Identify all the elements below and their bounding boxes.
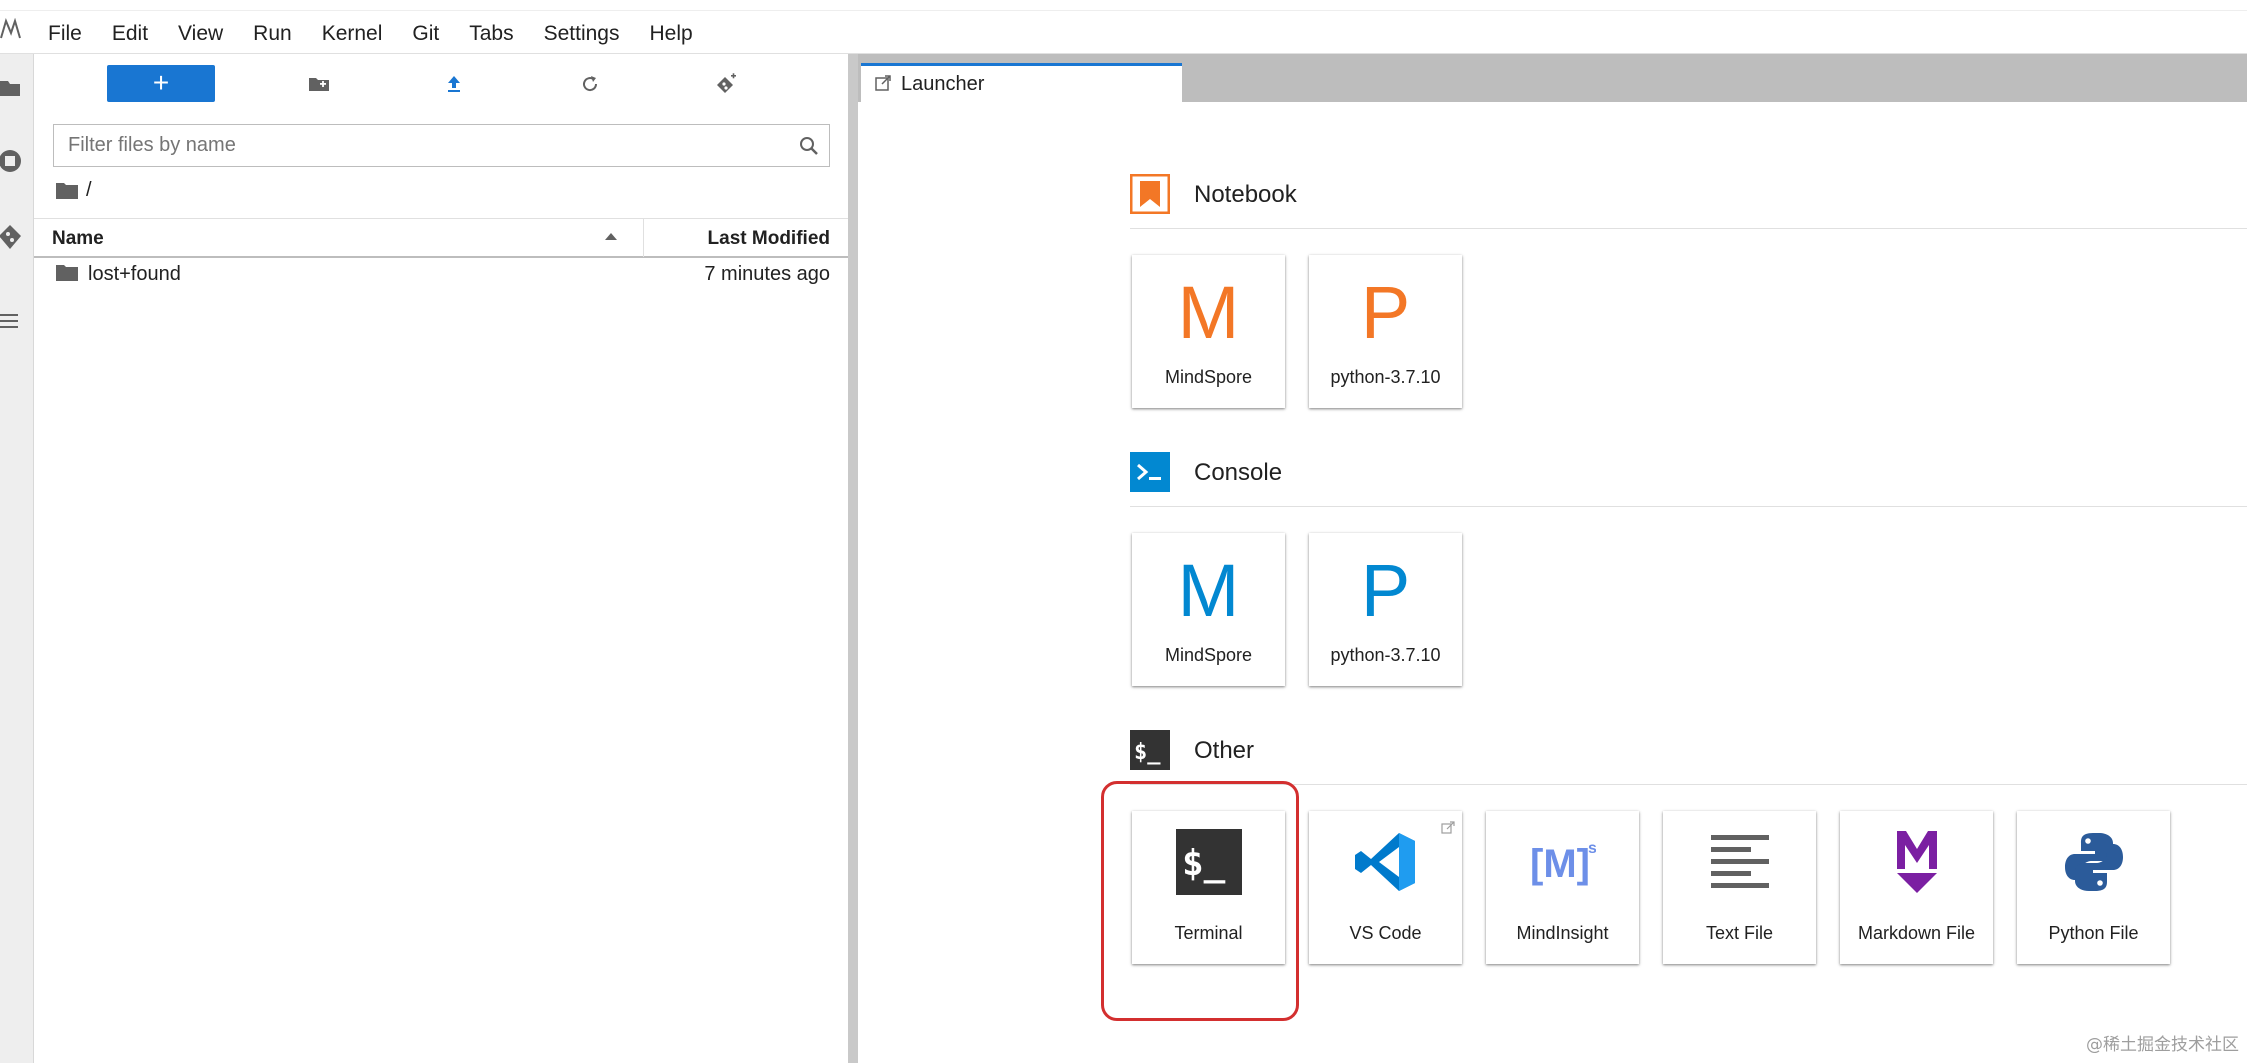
menu-kernel[interactable]: Kernel xyxy=(322,22,398,46)
external-link-icon xyxy=(1441,821,1455,834)
kernel-letter-icon: P xyxy=(1360,549,1411,632)
card-label: VS Code xyxy=(1349,923,1422,943)
menu-git[interactable]: Git xyxy=(412,22,454,46)
kernel-letter-icon: M xyxy=(1177,549,1240,632)
refresh-icon[interactable] xyxy=(578,72,602,96)
console-mindspore-card[interactable]: M MindSpore xyxy=(1132,533,1285,686)
card-label: Python File xyxy=(2048,923,2139,943)
tab-bar: Launcher xyxy=(858,54,2247,102)
section-divider xyxy=(1130,228,2247,229)
table-of-contents-icon[interactable] xyxy=(0,306,24,336)
terminal-highlight-annotation xyxy=(1101,781,1299,1021)
notebook-mindspore-card[interactable]: M MindSpore xyxy=(1132,255,1285,408)
section-title: Other xyxy=(1194,737,1255,764)
search-icon xyxy=(800,137,818,155)
menu-file[interactable]: File xyxy=(48,22,97,46)
upload-icon[interactable] xyxy=(442,72,466,96)
file-modified: 7 minutes ago xyxy=(704,263,830,285)
listing-header: Name Last Modified xyxy=(34,218,848,258)
terminal-section-icon: $_ xyxy=(1130,730,1170,770)
kernel-letter-icon: P xyxy=(1360,271,1411,354)
jupyter-logo-icon xyxy=(0,18,21,39)
watermark: @稀土掘金技术社区 xyxy=(2086,1035,2239,1055)
svg-text:$_: $_ xyxy=(1134,740,1161,765)
console-python-card[interactable]: P python-3.7.10 xyxy=(1309,533,1462,686)
column-divider[interactable] xyxy=(643,219,644,257)
svg-text:[M]: [M] xyxy=(1530,842,1590,886)
menu-view[interactable]: View xyxy=(178,22,238,46)
sort-ascending-icon xyxy=(605,233,617,240)
git-clone-icon[interactable] xyxy=(714,72,738,96)
card-label: Markdown File xyxy=(1857,923,1976,943)
panel-splitter[interactable] xyxy=(848,54,858,1063)
python-file-card[interactable]: Python File xyxy=(2017,811,2170,964)
activity-bar xyxy=(0,54,34,1063)
tab-launcher[interactable]: Launcher xyxy=(861,63,1182,102)
new-launcher-button[interactable]: + xyxy=(107,65,215,102)
menu-items: File Edit View Run Kernel Git Tabs Setti… xyxy=(48,22,723,46)
console-icon xyxy=(1130,452,1170,492)
launcher-panel: Notebook M MindSpore P python-3.7.10 Con… xyxy=(858,111,2247,1063)
section-divider xyxy=(1130,784,2247,785)
menu-help[interactable]: Help xyxy=(650,22,708,46)
card-label: python-3.7.10 xyxy=(1330,367,1441,387)
mindinsight-card[interactable]: [M] s MindInsight xyxy=(1486,811,1639,964)
breadcrumb-root[interactable]: / xyxy=(86,179,92,202)
file-filter xyxy=(53,124,830,167)
section-title: Console xyxy=(1194,459,1283,486)
running-icon[interactable] xyxy=(0,146,24,176)
card-label: MindSpore xyxy=(1164,367,1253,387)
card-label: MindInsight xyxy=(1516,923,1609,943)
card-label: python-3.7.10 xyxy=(1330,645,1441,665)
kernel-letter-icon: M xyxy=(1177,271,1240,354)
new-folder-icon[interactable] xyxy=(307,72,331,96)
file-browser: + / xyxy=(34,54,848,1063)
menu-tabs[interactable]: Tabs xyxy=(469,22,528,46)
notebook-python-card[interactable]: P python-3.7.10 xyxy=(1309,255,1462,408)
filter-input[interactable] xyxy=(54,125,784,166)
top-divider xyxy=(0,10,2247,11)
git-icon[interactable] xyxy=(0,222,24,252)
column-name[interactable]: Name xyxy=(52,228,104,250)
section-title: Notebook xyxy=(1194,181,1297,208)
svg-text:s: s xyxy=(1588,840,1596,857)
markdown-icon xyxy=(1897,831,1937,893)
folder-icon[interactable] xyxy=(0,72,24,102)
markdown-file-card[interactable]: Markdown File xyxy=(1840,811,1993,964)
menu-edit[interactable]: Edit xyxy=(112,22,163,46)
python-icon xyxy=(2065,833,2123,891)
card-label: MindSpore xyxy=(1164,645,1253,665)
tab-label: Launcher xyxy=(901,73,985,95)
home-folder-icon[interactable] xyxy=(56,181,78,199)
menu-bar: File Edit View Run Kernel Git Tabs Setti… xyxy=(0,0,2247,54)
vscode-card[interactable]: VS Code xyxy=(1309,811,1462,964)
vscode-icon xyxy=(1355,833,1415,891)
text-file-card[interactable]: Text File xyxy=(1663,811,1816,964)
launcher-icon xyxy=(875,75,891,91)
menu-run[interactable]: Run xyxy=(253,22,307,46)
menu-settings[interactable]: Settings xyxy=(544,22,635,46)
folder-icon xyxy=(56,265,78,281)
section-divider xyxy=(1130,506,2247,507)
file-browser-toolbar: + xyxy=(34,54,848,112)
notebook-icon xyxy=(1130,174,1170,214)
card-label: Text File xyxy=(1705,923,1774,943)
text-file-icon xyxy=(1711,835,1769,888)
mindinsight-icon: [M] s xyxy=(1530,840,1596,886)
column-last-modified[interactable]: Last Modified xyxy=(708,228,830,250)
file-row[interactable]: lost+found 7 minutes ago xyxy=(34,257,848,293)
file-name: lost+found xyxy=(88,263,181,285)
